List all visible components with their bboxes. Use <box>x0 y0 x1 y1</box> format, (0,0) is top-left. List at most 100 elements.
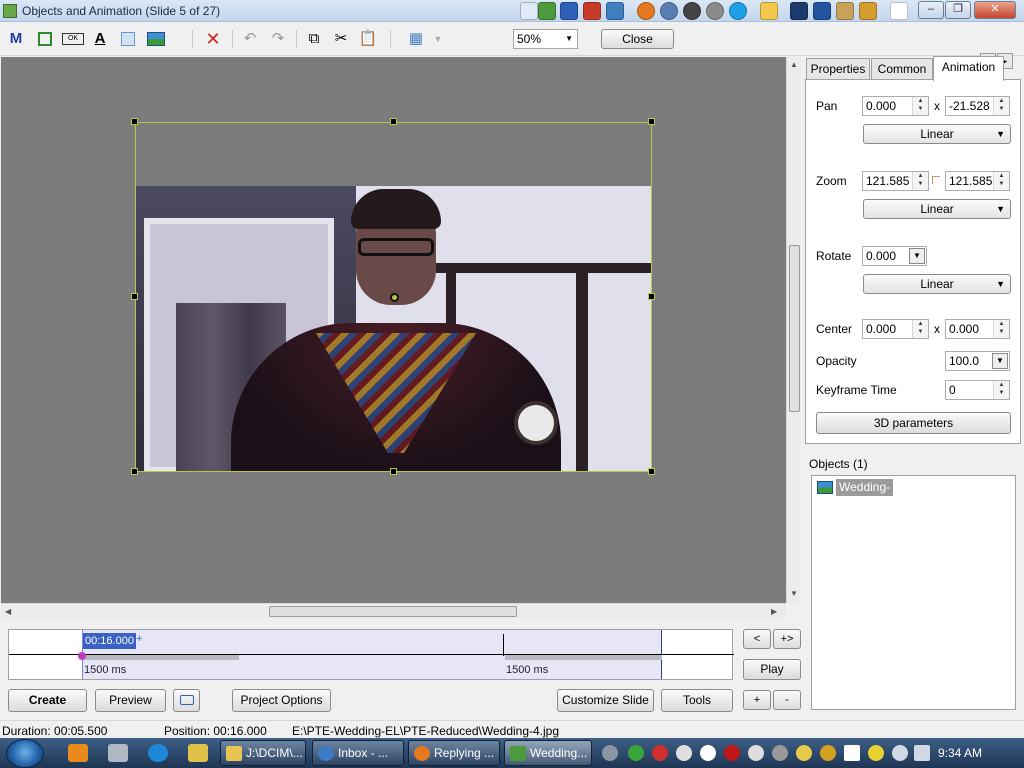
spinner-icon[interactable]: ▲ ▼ <box>912 97 928 115</box>
keyframe-time-input[interactable]: 0 ▲ ▼ <box>945 380 1010 400</box>
scroll-right-icon[interactable]: ▶ <box>771 607 777 616</box>
timeline-plus[interactable]: + <box>136 633 142 645</box>
chevron-down-icon[interactable]: ▼ <box>909 248 925 264</box>
powerpoint-icon[interactable] <box>583 2 601 20</box>
snap-icon[interactable] <box>520 2 538 20</box>
settings-icon[interactable] <box>108 744 128 762</box>
cut-icon[interactable]: ✂ <box>331 29 351 49</box>
remove-keyframe-button[interactable]: - <box>773 690 801 710</box>
volume-icon[interactable] <box>892 745 908 761</box>
horizontal-scroll-thumb[interactable] <box>269 606 517 617</box>
tray-icon[interactable] <box>772 745 788 761</box>
objects-list[interactable]: Wedding-4 <box>811 475 1016 710</box>
tray-icon[interactable] <box>652 745 668 761</box>
firefox-icon[interactable] <box>637 2 655 20</box>
preview-button[interactable]: Preview <box>95 689 166 712</box>
scroll-up-icon[interactable]: ▲ <box>790 60 798 69</box>
timeline[interactable]: 00:16.000 + 1500 ms 1500 ms <box>8 629 734 680</box>
image-icon[interactable] <box>146 29 166 49</box>
tray-icon[interactable] <box>820 745 836 761</box>
media-icon[interactable] <box>683 2 701 20</box>
spinner-icon[interactable]: ▲ ▼ <box>993 172 1009 190</box>
spinner-icon[interactable]: ▲ ▼ <box>993 381 1009 399</box>
spinner-icon[interactable]: ▲ ▼ <box>993 97 1009 115</box>
project-options-button[interactable]: Project Options <box>232 689 331 712</box>
play-button[interactable]: Play <box>743 659 801 680</box>
create-button[interactable]: Create <box>8 689 87 712</box>
maximize-button[interactable]: ❐ <box>945 1 971 19</box>
flag-icon[interactable] <box>844 745 860 761</box>
text-a-icon[interactable]: A <box>90 29 110 49</box>
tray-icon[interactable] <box>602 745 618 761</box>
explorer-icon[interactable] <box>188 744 208 762</box>
task-inbox[interactable]: Inbox - ... <box>312 740 404 766</box>
scroll-left-icon[interactable]: ◀ <box>5 607 11 616</box>
mail-icon[interactable] <box>706 2 724 20</box>
headphones-icon[interactable] <box>859 2 877 20</box>
center-handle[interactable] <box>390 293 399 302</box>
scroll-down-icon[interactable]: ▼ <box>790 589 798 598</box>
rotate-interpolation-select[interactable]: Linear ▼ <box>863 274 1011 294</box>
media-player-icon[interactable] <box>68 744 88 762</box>
vertical-scroll-thumb[interactable] <box>789 245 800 412</box>
rectangle-icon[interactable] <box>35 29 55 49</box>
resize-handle[interactable] <box>131 293 138 300</box>
paste-icon[interactable]: 📋 <box>358 29 378 49</box>
word-icon[interactable] <box>560 2 578 20</box>
frame-icon[interactable] <box>118 29 138 49</box>
close-button[interactable]: Close <box>601 29 674 49</box>
task-explorer[interactable]: J:\DCIM\... <box>220 740 306 766</box>
skype-icon[interactable] <box>729 2 747 20</box>
copy-icon[interactable]: ⧉ <box>304 29 324 49</box>
text-m-icon[interactable]: M <box>6 29 26 49</box>
tab-common[interactable]: Common <box>871 58 933 80</box>
photoshop-icon[interactable] <box>790 2 808 20</box>
network-icon[interactable] <box>914 745 930 761</box>
tab-properties[interactable]: Properties <box>806 58 870 80</box>
opacity-input[interactable]: 100.0 ▼ <box>945 351 1010 371</box>
tray-icon[interactable] <box>796 745 812 761</box>
zoom-select[interactable]: 50% ▼ <box>513 29 578 49</box>
zoom-y-input[interactable]: 121.585 ▲ ▼ <box>945 171 1010 191</box>
prev-keyframe-button[interactable]: < <box>743 629 771 649</box>
pte-icon[interactable] <box>890 2 908 20</box>
3d-parameters-button[interactable]: 3D parameters <box>816 412 1011 434</box>
horizontal-scrollbar[interactable]: ◀ ▶ <box>1 603 786 618</box>
link-ratio-icon[interactable] <box>932 176 940 184</box>
add-keyframe-button[interactable]: + <box>743 690 771 710</box>
vertical-scrollbar[interactable]: ▲ ▼ <box>786 57 801 603</box>
building-icon[interactable] <box>836 2 854 20</box>
center-x-input[interactable]: 0.000 ▲ ▼ <box>862 319 929 339</box>
airplane-icon[interactable] <box>868 745 884 761</box>
dsc-icon[interactable] <box>813 2 831 20</box>
tools-button[interactable]: Tools <box>661 689 733 712</box>
minimize-button[interactable]: – <box>918 1 944 19</box>
zoom-interpolation-select[interactable]: Linear ▼ <box>863 199 1011 219</box>
center-y-input[interactable]: 0.000 ▲ ▼ <box>945 319 1010 339</box>
tab-animation[interactable]: Animation <box>933 56 1004 81</box>
start-button[interactable] <box>6 739 44 768</box>
resize-handle[interactable] <box>648 293 655 300</box>
chevron-down-icon[interactable]: ▼ <box>992 353 1008 369</box>
resize-handle[interactable] <box>648 118 655 125</box>
internet-explorer-icon[interactable] <box>148 744 168 762</box>
excel-icon[interactable] <box>538 2 556 20</box>
tray-icon[interactable] <box>748 745 764 761</box>
customize-slide-button[interactable]: Customize Slide <box>557 689 654 712</box>
spinner-icon[interactable]: ▲ ▼ <box>993 320 1009 338</box>
pan-y-input[interactable]: -21.528 ▲ ▼ <box>945 96 1010 116</box>
task-wedding[interactable]: Wedding... <box>504 740 592 766</box>
tray-icon[interactable] <box>676 745 692 761</box>
folder-icon[interactable] <box>760 2 778 20</box>
clock[interactable]: 9:34 AM <box>938 746 982 760</box>
grid-icon[interactable]: ▦ <box>406 29 426 49</box>
redo-icon[interactable]: ↷ <box>268 29 288 49</box>
spinner-icon[interactable]: ▲ ▼ <box>912 320 928 338</box>
resize-handle[interactable] <box>131 468 138 475</box>
tray-icon[interactable] <box>724 745 740 761</box>
tray-icon[interactable] <box>700 745 716 761</box>
show-slide-button[interactable] <box>173 689 200 712</box>
pan-interpolation-select[interactable]: Linear ▼ <box>863 124 1011 144</box>
chrome-icon[interactable] <box>660 2 678 20</box>
delete-icon[interactable]: ✕ <box>203 29 223 49</box>
